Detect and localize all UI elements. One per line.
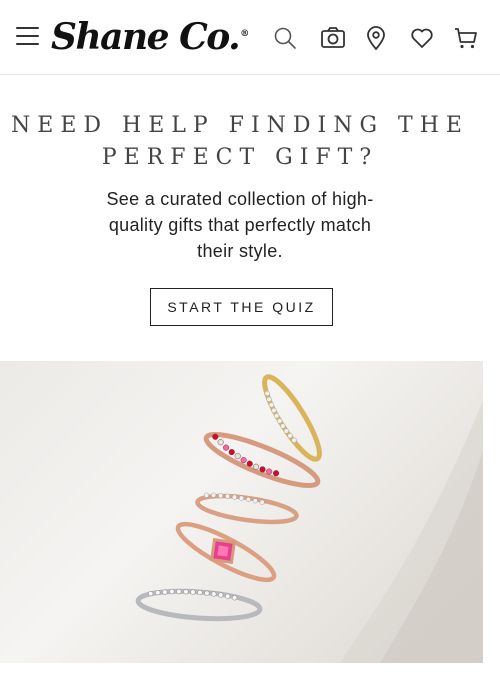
hero-rings-image[interactable] bbox=[0, 361, 483, 663]
search-icon[interactable] bbox=[272, 25, 298, 51]
promo-description: See a curated collection of high-quality… bbox=[106, 189, 374, 261]
promo-title: NEED HELP FINDING THE PERFECT GIFT? bbox=[11, 113, 469, 170]
rings-illustration bbox=[135, 374, 483, 663]
camera-icon[interactable] bbox=[320, 25, 346, 51]
logo-text: Shane Co. bbox=[51, 16, 241, 58]
start-quiz-button[interactable]: START THE QUIZ bbox=[150, 288, 333, 326]
menu-icon[interactable] bbox=[16, 27, 39, 45]
cart-icon[interactable] bbox=[453, 25, 479, 51]
site-header: Shane Co.® bbox=[0, 0, 500, 75]
location-pin-icon[interactable] bbox=[363, 25, 389, 51]
shane-co-logo[interactable]: Shane Co.® bbox=[51, 6, 249, 62]
logo-registered-mark: ® bbox=[240, 29, 249, 39]
heart-icon[interactable] bbox=[409, 25, 435, 51]
